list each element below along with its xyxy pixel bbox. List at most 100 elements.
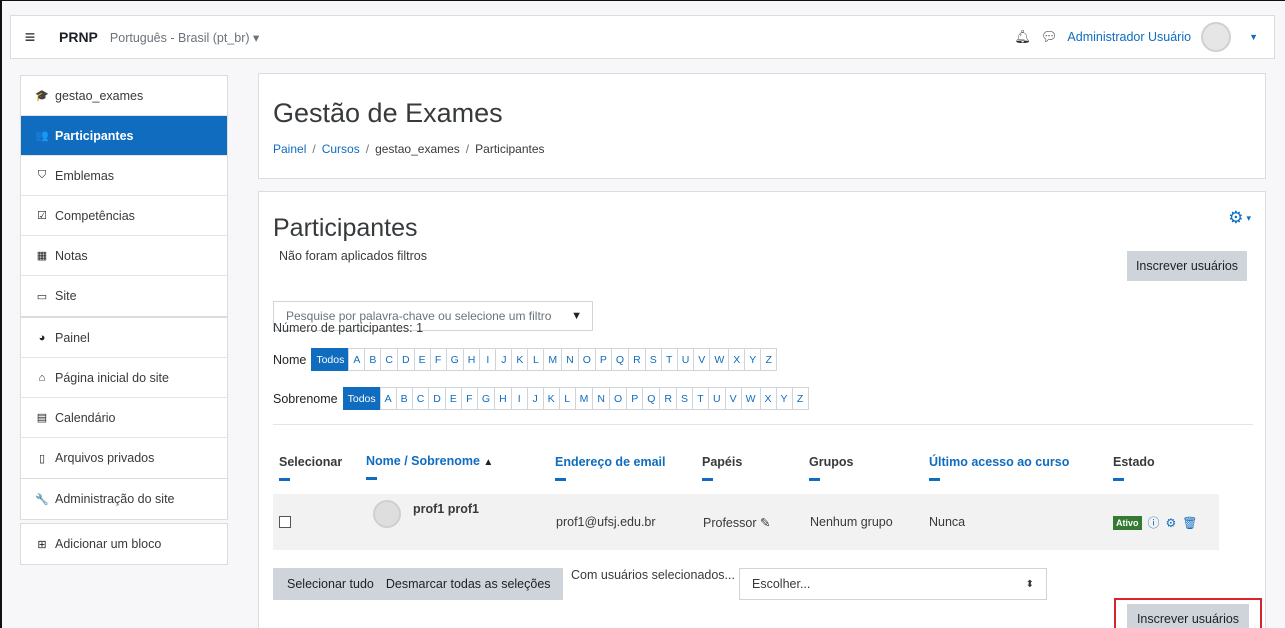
deselect-all-button[interactable]: Desmarcar todas as seleções [386, 577, 551, 591]
last-name-letter[interactable]: P [626, 387, 644, 410]
first-name-letter[interactable]: M [543, 348, 563, 371]
collapse-dash-icon[interactable] [555, 478, 566, 481]
first-name-letter[interactable]: C [380, 348, 398, 371]
last-name-letter[interactable]: X [759, 387, 777, 410]
user-menu-name[interactable]: Administrador Usuário [1067, 30, 1191, 44]
last-name-letter[interactable]: Q [642, 387, 661, 410]
sidebar-item-p-gina-inicial-do-site[interactable]: ⌂ Página inicial do site [21, 358, 227, 398]
chat-bubble-icon[interactable]: 💬︎ [1041, 29, 1058, 45]
first-name-letter[interactable]: T [660, 348, 678, 371]
user-avatar[interactable] [1201, 22, 1232, 52]
last-name-letter[interactable]: U [707, 387, 726, 410]
participant-avatar[interactable] [373, 500, 401, 528]
first-name-letter[interactable]: I [479, 348, 497, 371]
sidebar-item-adicionar-um-bloco[interactable]: ⊞ Adicionar um bloco [21, 524, 227, 564]
collapse-dash-icon[interactable] [702, 478, 713, 481]
participant-name-link[interactable]: prof1 prof1 [413, 502, 479, 516]
trash-icon[interactable]: 🗑︎ [1182, 516, 1197, 530]
sidebar-item-compet-ncias[interactable]: ☑ Competências [21, 196, 227, 236]
sidebar-item-emblemas[interactable]: ⛉ Emblemas [21, 156, 227, 196]
last-name-letter[interactable]: Y [775, 387, 793, 410]
first-name-letter[interactable]: F [429, 348, 447, 371]
breadcrumb-course[interactable]: gestao_exames [375, 142, 460, 156]
collapse-dash-icon[interactable] [809, 478, 820, 481]
last-name-letter[interactable]: L [558, 387, 576, 410]
last-name-letter[interactable]: A [379, 387, 397, 410]
last-name-letter[interactable]: R [659, 387, 677, 410]
first-name-letter[interactable]: H [462, 348, 481, 371]
col-name[interactable]: Nome / Sobrenome ▲ [366, 454, 493, 480]
first-name-letter[interactable]: S [644, 348, 662, 371]
first-name-letter[interactable]: X [728, 348, 746, 371]
enrol-users-button[interactable]: Inscrever usuários [1127, 251, 1247, 281]
col-email[interactable]: Endereço de email [555, 455, 665, 481]
last-name-letter[interactable]: O [609, 387, 628, 410]
last-name-letter[interactable]: C [411, 387, 430, 410]
chevron-down-icon[interactable]: ▼ [1249, 32, 1258, 42]
sidebar-item-participantes[interactable]: 👥 Participantes [21, 116, 227, 156]
last-name-letter[interactable]: Z [791, 387, 809, 410]
last-name-letter[interactable]: H [494, 387, 512, 410]
collapse-dash-icon[interactable] [929, 478, 940, 481]
gear-icon[interactable]: ⚙ [1166, 516, 1177, 530]
site-brand[interactable]: PRNP [59, 29, 98, 45]
status-badge[interactable]: Ativo [1113, 515, 1142, 530]
language-selector[interactable]: Português - Brasil (pt_br) ▾ [110, 30, 259, 45]
row-select-checkbox[interactable] [279, 516, 291, 528]
sidebar-item-gestao-exames[interactable]: 🎓 gestao_exames [21, 76, 227, 116]
last-name-letter[interactable]: G [476, 387, 496, 410]
last-name-letter[interactable]: E [444, 387, 462, 410]
first-name-letter[interactable]: O [577, 348, 596, 371]
sidebar-item-arquivos-privados[interactable]: ▯ Arquivos privados [21, 438, 227, 478]
last-name-letter[interactable]: B [395, 387, 413, 410]
last-name-letter[interactable]: N [592, 387, 611, 410]
last-name-letter[interactable]: V [724, 387, 742, 410]
hamburger-menu-icon[interactable]: ≡ [11, 16, 49, 58]
last-name-letter[interactable]: J [526, 387, 544, 410]
breadcrumb-participantes[interactable]: Participantes [475, 142, 544, 156]
col-last-access[interactable]: Último acesso ao curso [929, 455, 1069, 481]
first-name-letter[interactable]: G [445, 348, 464, 371]
breadcrumb-painel[interactable]: Painel [273, 142, 306, 156]
first-name-letter[interactable]: B [364, 348, 382, 371]
first-name-letter[interactable]: P [594, 348, 612, 371]
sidebar-item-administra-o-do-site[interactable]: 🔧 Administração do site [21, 479, 227, 519]
sidebar-item-calend-rio[interactable]: ▤ Calendário [21, 398, 227, 438]
first-name-letter[interactable]: Q [610, 348, 630, 371]
first-name-letter[interactable]: W [709, 348, 730, 371]
last-name-letter[interactable]: T [691, 387, 709, 410]
enrol-users-button-bottom[interactable]: Inscrever usuários [1127, 604, 1249, 628]
first-name-letter[interactable]: U [676, 348, 695, 371]
collapse-dash-icon[interactable] [366, 477, 377, 480]
last-name-all[interactable]: Todos [342, 387, 381, 410]
first-name-letter[interactable]: Y [744, 348, 762, 371]
first-name-letter[interactable]: D [397, 348, 415, 371]
collapse-dash-icon[interactable] [279, 478, 290, 481]
first-name-letter[interactable]: J [495, 348, 513, 371]
bell-icon[interactable]: 🔔︎ [1014, 29, 1031, 45]
first-name-letter[interactable]: E [413, 348, 431, 371]
sidebar-item-painel[interactable]: ◕ Painel [21, 318, 227, 358]
collapse-dash-icon[interactable] [1113, 478, 1124, 481]
first-name-letter[interactable]: L [527, 348, 545, 371]
first-name-all[interactable]: Todos [311, 348, 350, 371]
first-name-letter[interactable]: V [693, 348, 711, 371]
sidebar-item-site[interactable]: ▭ Site [21, 276, 227, 316]
first-name-letter[interactable]: R [628, 348, 646, 371]
gear-menu-icon[interactable]: ⚙ ▾ [1228, 208, 1251, 228]
select-all-button[interactable]: Selecionar tudo [287, 577, 374, 591]
first-name-letter[interactable]: N [561, 348, 579, 371]
last-name-letter[interactable]: F [460, 387, 478, 410]
first-name-letter[interactable]: Z [760, 348, 778, 371]
sidebar-item-notas[interactable]: ▦ Notas [21, 236, 227, 276]
last-name-letter[interactable]: S [675, 387, 693, 410]
last-name-letter[interactable]: K [542, 387, 560, 410]
last-name-letter[interactable]: I [510, 387, 528, 410]
last-name-letter[interactable]: M [574, 387, 594, 410]
bulk-action-select[interactable]: Escolher... ⬍ [739, 568, 1047, 600]
breadcrumb-cursos[interactable]: Cursos [322, 142, 360, 156]
last-name-letter[interactable]: D [428, 387, 446, 410]
first-name-letter[interactable]: K [511, 348, 529, 371]
pencil-icon[interactable]: ✎ [760, 516, 770, 530]
last-name-letter[interactable]: W [740, 387, 761, 410]
